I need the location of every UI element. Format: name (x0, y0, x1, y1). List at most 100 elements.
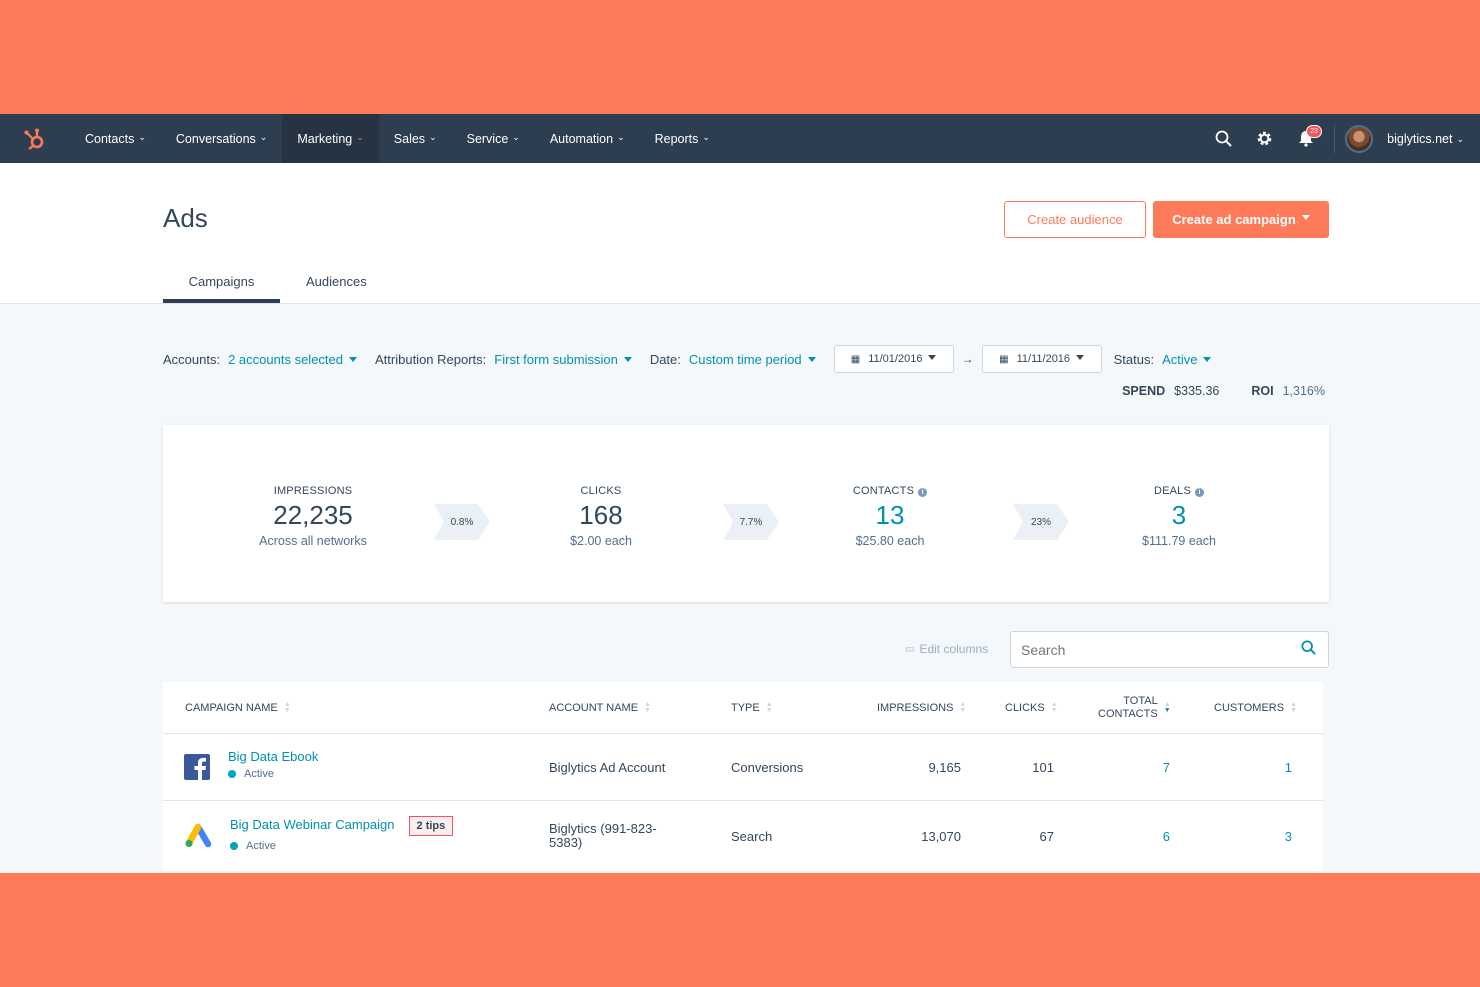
metric-label: DEALS i (1079, 485, 1279, 497)
table-row[interactable]: Big Data Webinar Campaign 2 tips Active B… (163, 801, 1323, 871)
type-cell: Conversions (731, 760, 804, 775)
info-icon[interactable]: i (1195, 488, 1205, 497)
nav-automation-label: Automation (549, 131, 614, 146)
edit-columns-button[interactable]: ▭ Edit columns (905, 642, 988, 656)
page-header: Ads Create audience Create ad campaign C… (0, 163, 1480, 304)
create-audience-button[interactable]: Create audience (1004, 201, 1146, 238)
column-header-label-line2: CONTACTS (1098, 708, 1158, 720)
tab-campaigns[interactable]: Campaigns (163, 271, 280, 303)
nav-sales[interactable]: Sales ⌄ (379, 114, 452, 163)
spend-value: $335.36 (1174, 384, 1220, 398)
column-header-label: CLICKS (1005, 702, 1045, 714)
column-header-campaign-name[interactable]: CAMPAIGN NAME ▲ ▼ (185, 701, 291, 714)
conversion-rate-chevron: 7.7% (723, 504, 779, 540)
columns-icon: ▭ (905, 643, 915, 655)
tab-audiences[interactable]: Audiences (280, 271, 393, 303)
status-dot (230, 842, 238, 850)
table-row[interactable]: Big Data Ebook Active Biglytics Ad Accou… (163, 734, 1323, 801)
column-header-type[interactable]: TYPE ▲ ▼ (731, 701, 773, 714)
filters-bar: Accounts: 2 accounts selected Attributio… (163, 345, 1229, 373)
calendar-icon: ▦ (999, 353, 1009, 365)
search-icon[interactable] (1203, 114, 1244, 163)
notifications-bell-icon[interactable]: 23 (1285, 114, 1326, 163)
column-header-impressions[interactable]: IMPRESSIONS ▲ ▼ (877, 701, 966, 714)
campaign-cell: Big Data Ebook Active (228, 749, 318, 780)
gear-icon[interactable] (1244, 114, 1285, 163)
conversion-rate-chevron: 0.8% (434, 504, 490, 540)
create-ad-campaign-button[interactable]: Create ad campaign (1153, 201, 1329, 238)
column-header-account-name[interactable]: ACCOUNT NAME ▲ ▼ (549, 701, 651, 714)
metric-deals: DEALS i 3 $111.79 each (1079, 485, 1279, 548)
customers-cell[interactable]: 1 (1192, 760, 1292, 775)
accounts-label: Accounts: (163, 351, 221, 367)
info-icon[interactable]: i (918, 488, 928, 497)
nav-right: 23 biglytics.net ⌄ (1203, 114, 1464, 163)
sort-icon: ▲ ▼ (644, 701, 651, 714)
metric-contacts: CONTACTS i 13 $25.80 each (790, 485, 990, 548)
accounts-value: 2 accounts selected (228, 351, 343, 367)
status-indicator: Active (230, 840, 453, 852)
account-name: biglytics.net (1387, 131, 1453, 146)
search-input[interactable] (1021, 641, 1271, 658)
clicks-cell: 67 (1039, 829, 1054, 844)
total-contacts-cell[interactable]: 6 (1070, 829, 1170, 844)
status-dropdown[interactable]: Active (1162, 352, 1212, 367)
calendar-icon: ▦ (850, 353, 861, 365)
campaign-name-link[interactable]: Big Data Webinar Campaign (230, 817, 395, 832)
arrow-right-icon: → (961, 352, 974, 366)
search-icon[interactable] (1301, 639, 1316, 660)
account-menu[interactable]: biglytics.net ⌄ (1387, 132, 1464, 146)
chevron-down-icon: ⌄ (259, 132, 268, 142)
account-name-cell: Biglytics Ad Account (549, 760, 666, 775)
metric-value[interactable]: 13 (790, 500, 990, 531)
campaign-name-link[interactable]: Big Data Ebook (228, 749, 318, 764)
attribution-dropdown[interactable]: First form submission (494, 352, 632, 367)
date-from-picker[interactable]: ▦ 11/01/2016 (833, 345, 954, 373)
campaign-cell: Big Data Webinar Campaign 2 tips Active (230, 816, 454, 852)
date-to-value: 11/11/2016 (1016, 353, 1071, 365)
roi-value: 1,316% (1282, 384, 1325, 398)
avatar[interactable] (1345, 124, 1374, 153)
metric-label-text: DEALS (1153, 485, 1192, 497)
nav-automation[interactable]: Automation ⌄ (535, 114, 640, 163)
facebook-icon (184, 754, 210, 783)
hubspot-logo-icon[interactable] (0, 114, 70, 163)
accounts-dropdown[interactable]: 2 accounts selected (228, 352, 357, 367)
nav-contacts-label: Contacts (85, 131, 135, 146)
column-header-customers[interactable]: CUSTOMERS ▲ ▼ (1214, 701, 1297, 714)
column-header-label: CUSTOMERS (1214, 702, 1285, 714)
column-header-label: IMPRESSIONS (877, 702, 954, 714)
nav-reports[interactable]: Reports ⌄ (640, 114, 725, 163)
conversion-rate: 0.8% (450, 516, 474, 528)
nav-conversations-label: Conversations (175, 131, 256, 146)
nav-marketing[interactable]: Marketing ⌄ (282, 114, 379, 163)
total-contacts-cell[interactable]: 7 (1070, 760, 1170, 775)
nav-conversations[interactable]: Conversations ⌄ (161, 114, 282, 163)
caret-down-icon (1203, 356, 1212, 362)
nav-sales-label: Sales (393, 131, 426, 146)
date-to-picker[interactable]: ▦ 11/11/2016 (981, 345, 1102, 373)
chevron-down-icon: ⌄ (356, 132, 364, 142)
caret-down-icon (1301, 215, 1310, 220)
nav-contacts[interactable]: Contacts ⌄ (70, 114, 161, 163)
nav-service[interactable]: Service ⌄ (452, 114, 535, 163)
clicks-cell: 101 (1032, 760, 1054, 775)
metric-value[interactable]: 3 (1079, 500, 1279, 531)
roi-label: ROI (1251, 384, 1274, 398)
metric-sub: Across all networks (259, 534, 367, 548)
date-range-dropdown[interactable]: Custom time period (689, 352, 816, 367)
metric-sub: $25.80 each (855, 534, 925, 548)
column-header-total-contacts[interactable]: TOTAL CONTACTS ▲ ▼ (1098, 695, 1171, 721)
sort-icon: ▲ ▼ (765, 701, 773, 714)
column-header-clicks[interactable]: CLICKS ▲ ▼ (1005, 701, 1058, 714)
impressions-cell: 9,165 (928, 760, 961, 775)
tips-badge[interactable]: 2 tips (408, 816, 454, 836)
sort-icon: ▲ ▼ (283, 701, 291, 714)
metric-value: 22,235 (273, 500, 353, 530)
nav-service-label: Service (466, 131, 509, 146)
top-nav: Contacts ⌄ Conversations ⌄ Marketing ⌄ Sale… (0, 114, 1480, 163)
account-name-line2: 5383) (549, 835, 583, 850)
conversion-rate: 7.7% (739, 516, 763, 528)
spend-summary: SPEND $335.36 ROI 1,316% (1122, 384, 1325, 398)
customers-cell[interactable]: 3 (1192, 829, 1292, 844)
